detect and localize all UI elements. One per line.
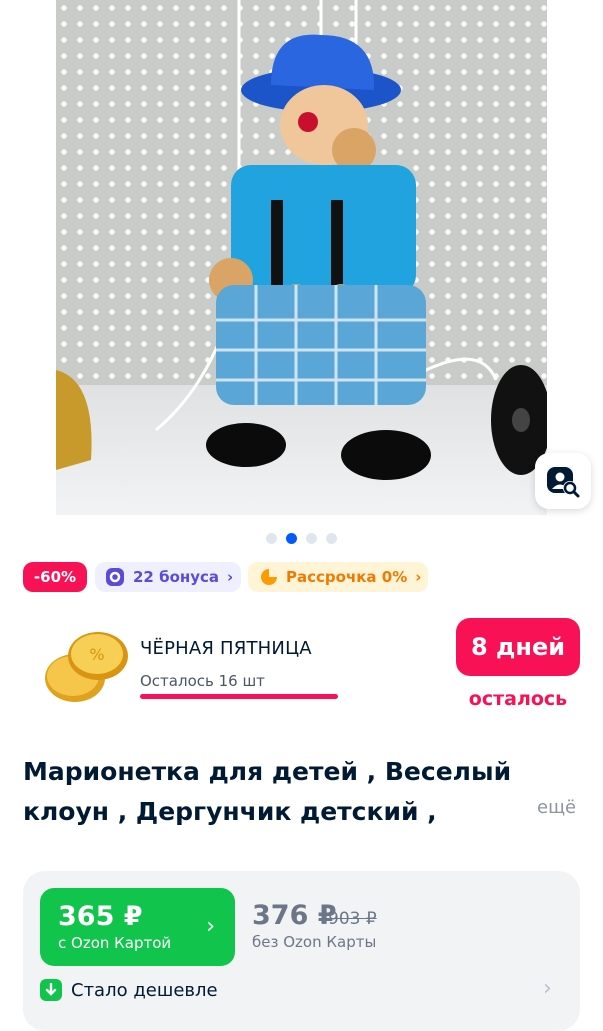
promo-remaining: Осталось 16 шт: [140, 672, 265, 690]
chevron-right-icon: ›: [206, 914, 215, 939]
price-drop-label: Стало дешевле: [71, 979, 218, 1001]
gallery-dot[interactable]: [266, 533, 277, 544]
ozon-card-label: с Ozon Картой: [58, 934, 172, 952]
image-search-button[interactable]: [535, 453, 591, 509]
svg-text:%: %: [89, 645, 104, 664]
clown-marionette-illustration: [56, 0, 547, 480]
promo-days-badge: 8 дней: [456, 618, 580, 676]
installment-icon: [261, 569, 277, 585]
bonus-icon: [106, 568, 124, 586]
chevron-right-icon[interactable]: ›: [543, 976, 552, 1001]
installment-label: Рассрочка 0%: [286, 568, 408, 586]
installment-chip[interactable]: Рассрочка 0% ›: [248, 562, 428, 592]
promo-days-suffix: осталось: [468, 688, 568, 710]
regular-price: 376 ₽: [252, 900, 337, 931]
chevron-right-icon: ›: [415, 568, 422, 586]
ozon-card-price: 365 ₽: [58, 901, 143, 932]
gallery-dot-active[interactable]: [286, 533, 297, 544]
old-price: 903 ₽: [328, 909, 377, 929]
promo-progress-bar: [140, 694, 338, 699]
gallery-dot[interactable]: [326, 533, 337, 544]
title-fade: [470, 792, 540, 832]
arrow-down-icon: [40, 979, 62, 1001]
discount-label: -60%: [33, 568, 77, 586]
price-drop-row[interactable]: Стало дешевле: [40, 979, 218, 1001]
bonus-chip[interactable]: 22 бонуса ›: [95, 562, 241, 592]
chevron-right-icon: ›: [227, 568, 234, 586]
ozon-card-price-button[interactable]: 365 ₽ с Ozon Картой ›: [40, 888, 235, 966]
gallery-pagination[interactable]: [0, 533, 603, 544]
discount-badge: -60%: [23, 562, 87, 592]
title-more-link[interactable]: ещё: [537, 797, 576, 818]
coins-icon: %: [45, 632, 128, 702]
regular-price-label: без Ozon Карты: [252, 933, 377, 951]
gallery-dot[interactable]: [306, 533, 317, 544]
promo-title: ЧЁРНАЯ ПЯТНИЦА: [140, 638, 312, 659]
image-search-icon: [547, 467, 580, 498]
bonus-label: 22 бонуса: [133, 568, 220, 586]
product-photo[interactable]: [56, 0, 547, 515]
